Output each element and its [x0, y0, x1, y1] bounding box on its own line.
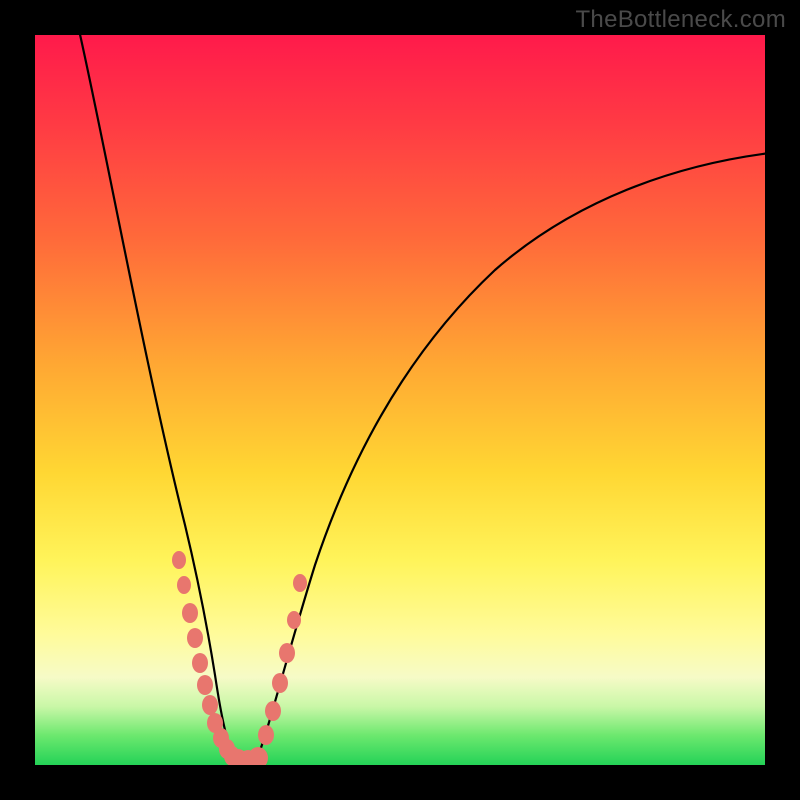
curve-right-branch [257, 153, 765, 759]
marker-dot [265, 701, 281, 721]
marker-dot [182, 603, 198, 623]
marker-dot [202, 695, 218, 715]
marker-dot [293, 574, 307, 592]
marker-dot [258, 725, 274, 745]
marker-dot [177, 576, 191, 594]
marker-dot [287, 611, 301, 629]
curve-left-branch [79, 35, 235, 759]
marker-dot [279, 643, 295, 663]
watermark-text: TheBottleneck.com [575, 6, 786, 34]
marker-dot [187, 628, 203, 648]
chart-overlay [35, 35, 765, 765]
marker-dot [197, 675, 213, 695]
marker-dot [172, 551, 186, 569]
marker-dot [248, 747, 268, 765]
marker-dot [272, 673, 288, 693]
marker-dot [192, 653, 208, 673]
chart-frame: TheBottleneck.com [0, 0, 800, 800]
